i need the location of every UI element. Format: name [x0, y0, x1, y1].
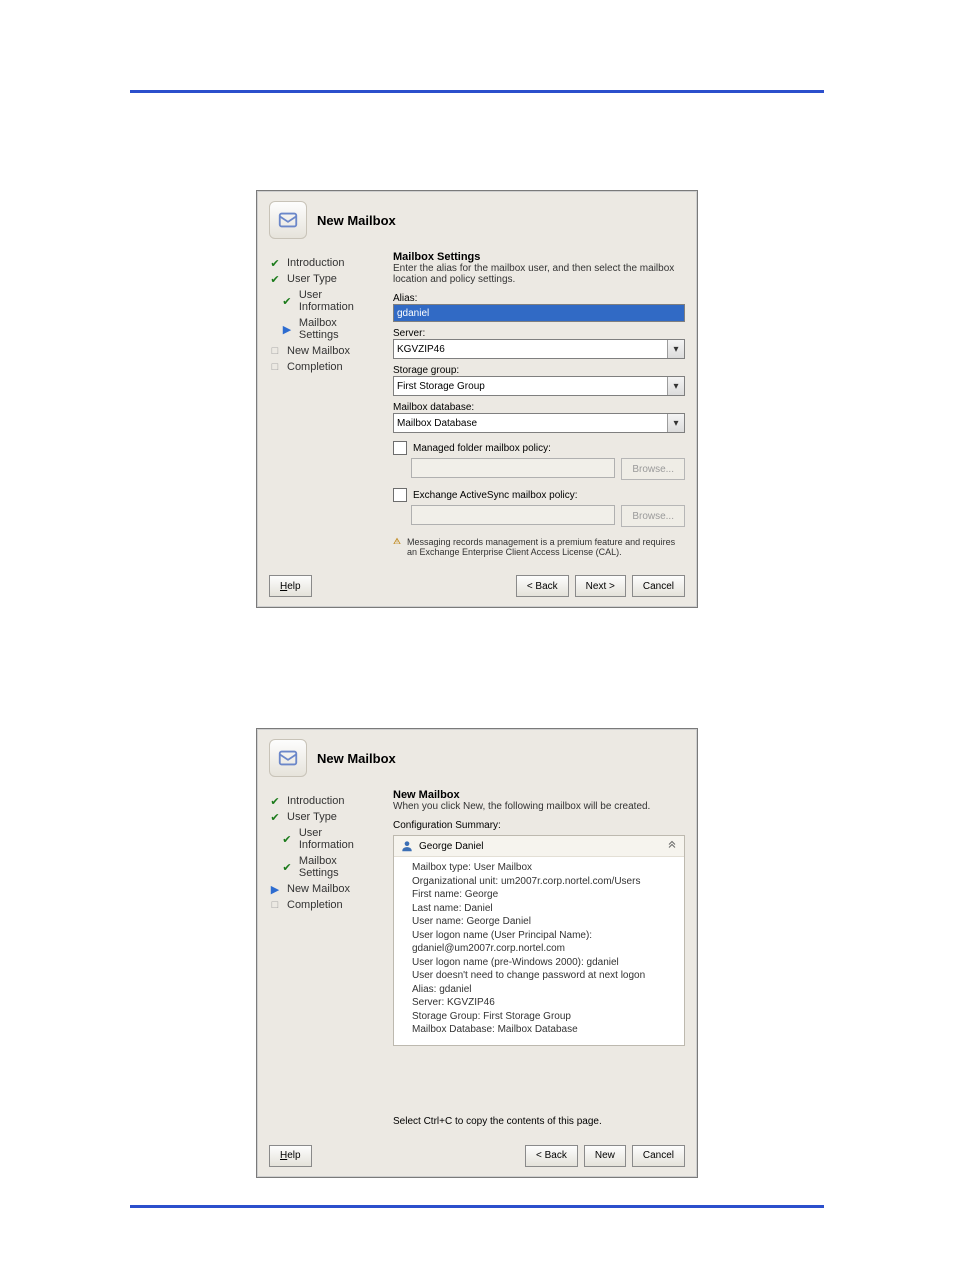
next-button[interactable]: Next >	[575, 575, 626, 597]
content-heading: New Mailbox	[393, 789, 685, 801]
mailbox-database-combobox[interactable]: Mailbox Database ▾	[393, 413, 685, 433]
chevron-down-icon: ▾	[667, 340, 684, 358]
activesync-policy-label: Exchange ActiveSync mailbox policy:	[413, 490, 578, 501]
summary-line: First name: George	[412, 888, 676, 902]
help-button[interactable]: Help	[269, 1145, 312, 1167]
mailbox-wizard-icon	[269, 739, 307, 777]
mailbox-wizard-icon	[269, 201, 307, 239]
step-user-information: User Information	[299, 289, 379, 313]
step-introduction: Introduction	[287, 257, 344, 269]
step-user-type: User Type	[287, 273, 337, 285]
configuration-summary-box: George Daniel Mailbox type: User Mailbox…	[393, 835, 685, 1046]
arrow-icon: ▶	[269, 883, 281, 895]
check-icon: ✔	[269, 795, 281, 807]
activesync-policy-browse-button: Browse...	[621, 505, 685, 527]
back-button[interactable]: < Back	[516, 575, 569, 597]
summary-line: Server: KGVZIP46	[412, 996, 676, 1010]
summary-line: Storage Group: First Storage Group	[412, 1010, 676, 1024]
check-icon: ✔	[281, 295, 293, 307]
content-subtext: Enter the alias for the mailbox user, an…	[393, 263, 685, 285]
wizard-title: New Mailbox	[317, 213, 396, 228]
check-icon: ✔	[269, 273, 281, 285]
new-button[interactable]: New	[584, 1145, 626, 1167]
check-icon: ✔	[281, 833, 293, 845]
step-new-mailbox: New Mailbox	[287, 345, 350, 357]
content-subtext: When you click New, the following mailbo…	[393, 801, 685, 812]
step-mailbox-settings: Mailbox Settings	[299, 855, 379, 879]
help-button[interactable]: Help	[269, 575, 312, 597]
summary-user-name: George Daniel	[419, 841, 483, 852]
server-label: Server:	[393, 328, 685, 339]
wizard-dialog-new-mailbox: New Mailbox ✔ Introduction ✔ User Type ✔ Us…	[256, 728, 698, 1178]
summary-line: Mailbox type: User Mailbox	[412, 861, 676, 875]
step-completion: Completion	[287, 361, 343, 373]
summary-line: User logon name (pre-Windows 2000): gdan…	[412, 956, 676, 970]
wizard-steps: ✔ Introduction ✔ User Type ✔ User Informati…	[269, 789, 379, 1127]
step-mailbox-settings: Mailbox Settings	[299, 317, 379, 341]
summary-line: Alias: gdaniel	[412, 983, 676, 997]
header-rule	[130, 90, 824, 93]
managed-policy-label: Managed folder mailbox policy:	[413, 443, 551, 454]
step-introduction: Introduction	[287, 795, 344, 807]
mailbox-database-label: Mailbox database:	[393, 402, 685, 413]
box-icon: □	[269, 361, 281, 373]
wizard-steps: ✔ Introduction ✔ User Type ✔ User Informati…	[269, 251, 379, 557]
summary-line: User name: George Daniel	[412, 915, 676, 929]
summary-lines: Mailbox type: User Mailbox Organizationa…	[394, 857, 684, 1045]
managed-policy-checkbox[interactable]	[393, 441, 407, 455]
wizard-dialog-mailbox-settings: New Mailbox ✔ Introduction ✔ User Type ✔ Us…	[256, 190, 698, 608]
managed-policy-input	[411, 458, 615, 478]
premium-note: Messaging records management is a premiu…	[407, 537, 685, 557]
check-icon: ✔	[269, 257, 281, 269]
warning-icon	[393, 537, 401, 551]
summary-line: Mailbox Database: Mailbox Database	[412, 1023, 676, 1037]
managed-policy-browse-button: Browse...	[621, 458, 685, 480]
chevron-down-icon: ▾	[667, 414, 684, 432]
summary-line: Last name: Daniel	[412, 902, 676, 916]
step-user-type: User Type	[287, 811, 337, 823]
box-icon: □	[269, 899, 281, 911]
alias-label: Alias:	[393, 293, 685, 304]
alias-input[interactable]: gdaniel	[393, 304, 685, 322]
copy-hint: Select Ctrl+C to copy the contents of th…	[393, 1116, 685, 1127]
step-user-information: User Information	[299, 827, 379, 851]
step-new-mailbox: New Mailbox	[287, 883, 350, 895]
collapse-icon[interactable]	[666, 840, 678, 852]
step-completion: Completion	[287, 899, 343, 911]
check-icon: ✔	[269, 811, 281, 823]
activesync-policy-checkbox[interactable]	[393, 488, 407, 502]
storage-group-combobox[interactable]: First Storage Group ▾	[393, 376, 685, 396]
chevron-down-icon: ▾	[667, 377, 684, 395]
storage-group-label: Storage group:	[393, 365, 685, 376]
person-icon	[400, 839, 414, 853]
cancel-button[interactable]: Cancel	[632, 1145, 685, 1167]
summary-line: Organizational unit: um2007r.corp.nortel…	[412, 875, 676, 889]
cancel-button[interactable]: Cancel	[632, 575, 685, 597]
footer-rule	[130, 1205, 824, 1208]
configuration-summary-label: Configuration Summary:	[393, 820, 685, 831]
server-combobox[interactable]: KGVZIP46 ▾	[393, 339, 685, 359]
content-heading: Mailbox Settings	[393, 251, 685, 263]
summary-line: User doesn't need to change password at …	[412, 969, 676, 983]
arrow-icon: ▶	[281, 323, 293, 335]
activesync-policy-input	[411, 505, 615, 525]
back-button[interactable]: < Back	[525, 1145, 578, 1167]
check-icon: ✔	[281, 861, 293, 873]
wizard-title: New Mailbox	[317, 751, 396, 766]
summary-line: User logon name (User Principal Name): g…	[412, 929, 676, 956]
box-icon: □	[269, 345, 281, 357]
